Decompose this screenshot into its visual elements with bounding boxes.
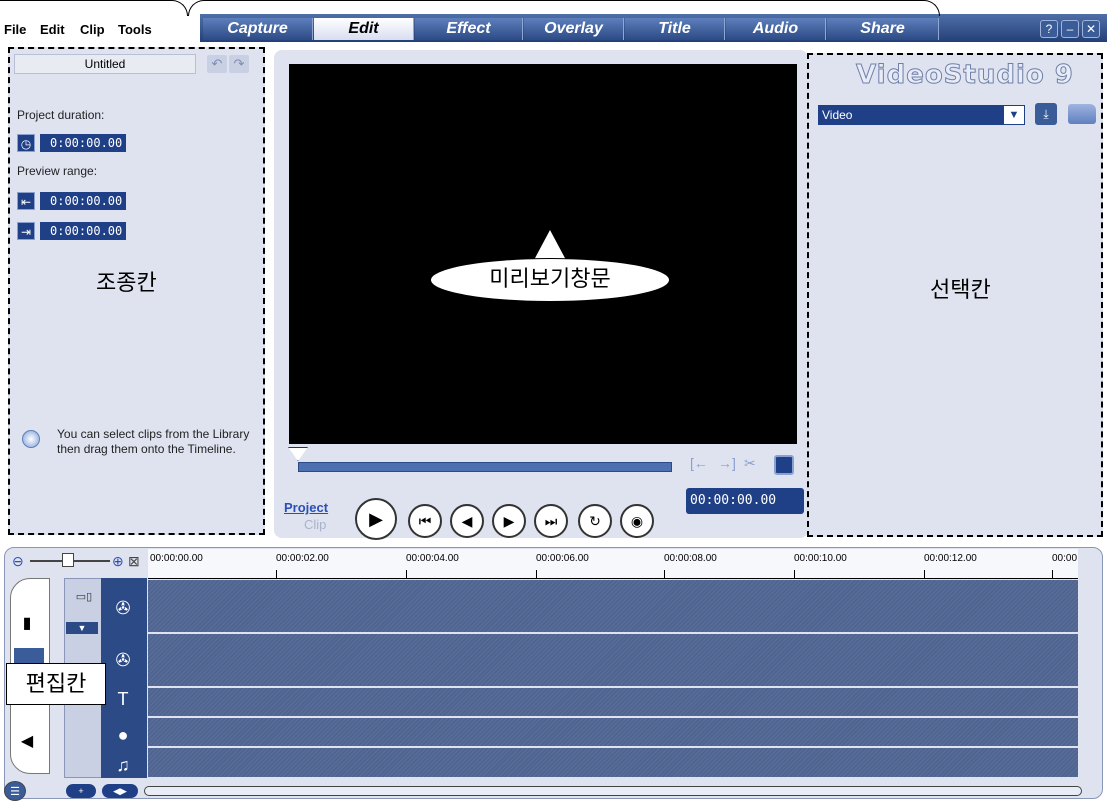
volume-icon[interactable]: ◉: [620, 504, 654, 538]
zoom-thumb[interactable]: [62, 553, 74, 567]
track-manager-icon[interactable]: ▭▯: [70, 590, 98, 610]
mode-clip[interactable]: Clip: [304, 517, 326, 532]
library-dropdown[interactable]: Video: [818, 105, 1025, 125]
track-divider: [148, 716, 1078, 718]
tick: [276, 570, 277, 579]
range-end-icon[interactable]: ⇥: [17, 222, 35, 240]
storyboard-icon[interactable]: ▮: [14, 612, 40, 636]
project-name-field[interactable]: Untitled: [14, 54, 196, 74]
home-icon[interactable]: ⏮: [408, 504, 442, 538]
tick-label: 00:00:02.00: [276, 553, 329, 564]
mark-out-icon[interactable]: →]: [718, 455, 736, 471]
zoom-out-icon[interactable]: ⊖: [12, 553, 24, 570]
add-track-icon[interactable]: +: [66, 784, 96, 798]
tick: [536, 570, 537, 579]
fit-icon[interactable]: ⊠: [128, 553, 140, 570]
project-options-icon[interactable]: ☰: [4, 781, 26, 801]
project-duration-label: Project duration:: [17, 108, 105, 122]
range-start-value: 0:00:00.00: [40, 192, 126, 210]
annotation-bracket-left: [0, 0, 188, 16]
redo-icon[interactable]: ↷: [229, 55, 249, 73]
tick: [664, 570, 665, 579]
track-divider: [148, 632, 1078, 634]
mark-in-icon[interactable]: [←: [690, 455, 708, 471]
close-button[interactable]: ✕: [1082, 20, 1100, 38]
next-frame-icon[interactable]: ▶: [492, 504, 526, 538]
timeline-annotation: 편집칸: [6, 663, 106, 705]
menu-file[interactable]: File: [4, 22, 26, 37]
library-annotation: 선택칸: [930, 278, 991, 303]
tab-title[interactable]: Title: [625, 18, 725, 40]
audio-view-icon[interactable]: ◀: [14, 730, 40, 754]
menu-tools[interactable]: Tools: [118, 22, 152, 37]
tick-label: 00:00:00.00: [150, 553, 203, 564]
hint-icon: [22, 430, 40, 448]
scrub-bar[interactable]: [298, 462, 672, 472]
tick: [794, 570, 795, 579]
preview-annotation: 미리보기창문: [430, 258, 670, 302]
tick-label: 00:00:08.00: [664, 553, 717, 564]
tab-edit[interactable]: Edit: [314, 18, 414, 40]
chevron-down-icon[interactable]: ▼: [66, 622, 98, 634]
undo-icon[interactable]: ↶: [207, 55, 227, 73]
hint-text: You can select clips from the Library th…: [57, 427, 250, 456]
range-end-value: 0:00:00.00: [40, 222, 126, 240]
title-track-icon: T: [117, 689, 129, 709]
scissors-icon[interactable]: ✂: [744, 455, 756, 472]
zoom-in-icon[interactable]: ⊕: [112, 553, 124, 570]
track-divider: [148, 686, 1078, 688]
track-divider: [148, 746, 1078, 748]
tab-capture[interactable]: Capture: [203, 18, 313, 40]
import-icon[interactable]: ⤓: [1035, 103, 1057, 125]
video-track-icon: ✇: [115, 598, 131, 618]
tick: [1052, 570, 1053, 579]
project-duration-value: 0:00:00.00: [40, 134, 126, 152]
repeat-icon[interactable]: ↻: [578, 504, 612, 538]
tab-audio[interactable]: Audio: [726, 18, 826, 40]
tick-label: 00:00:12.00: [924, 553, 977, 564]
minimize-button[interactable]: –: [1061, 20, 1079, 38]
tick: [406, 570, 407, 579]
control-panel-annotation: 조종칸: [96, 271, 157, 296]
clock-icon: ◷: [17, 134, 35, 152]
tick-label: 00:00:06.00: [536, 553, 589, 564]
end-icon[interactable]: ⏭: [534, 504, 568, 538]
annotation-bracket: [188, 0, 940, 16]
scroll-arrows-icon[interactable]: ◀▶: [102, 784, 138, 798]
tab-share[interactable]: Share: [827, 18, 939, 40]
preview-range-label: Preview range:: [17, 164, 98, 178]
timecode-display[interactable]: 00:00:00.00: [686, 488, 804, 514]
overlay-track-icon: ✇: [115, 650, 131, 670]
chevron-down-icon[interactable]: ▼: [1004, 106, 1024, 124]
brand-logo: VideoStudio 9: [856, 60, 1074, 91]
bubble-tip: [534, 230, 566, 260]
folder-icon[interactable]: [1068, 104, 1096, 124]
tick: [924, 570, 925, 579]
tick-label: 00:00:10.00: [794, 553, 847, 564]
help-button[interactable]: ?: [1040, 20, 1058, 38]
tab-overlay[interactable]: Overlay: [524, 18, 624, 40]
music-track-icon: ♫: [116, 755, 130, 775]
menu-edit[interactable]: Edit: [40, 22, 65, 37]
previous-frame-icon[interactable]: ◀: [450, 504, 484, 538]
mode-project[interactable]: Project: [284, 500, 328, 515]
tick-label: 00:00:04.00: [406, 553, 459, 564]
menu-clip[interactable]: Clip: [80, 22, 105, 37]
enlarge-icon[interactable]: [774, 455, 794, 475]
range-start-icon[interactable]: ⇤: [17, 192, 35, 210]
play-icon[interactable]: ▶: [355, 498, 397, 540]
tick-label: 00:00: [1052, 553, 1078, 564]
timeline-scrollbar[interactable]: [144, 786, 1082, 796]
tab-effect[interactable]: Effect: [415, 18, 523, 40]
voice-track-icon: ●: [117, 725, 129, 745]
